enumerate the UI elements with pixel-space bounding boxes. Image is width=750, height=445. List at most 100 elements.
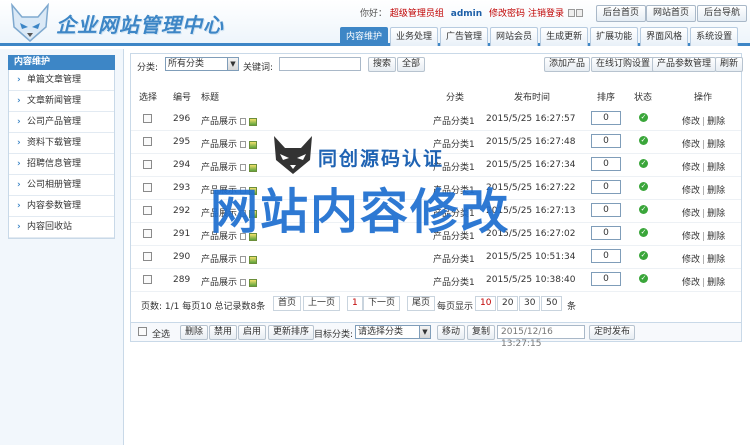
app-header: 企业网站管理中心 你好： 超级管理员组 admin 修改密码 注销登录 后台首页… xyxy=(0,0,750,46)
keyword-input[interactable] xyxy=(279,57,361,71)
move-button[interactable]: 移动 xyxy=(437,325,466,340)
row-edit-link[interactable]: 修改 xyxy=(682,186,700,196)
online-order-settings-button[interactable]: 在线订购设置 xyxy=(591,57,656,72)
row-edit-link[interactable]: 修改 xyxy=(682,117,700,127)
tab-ads[interactable]: 广告管理 xyxy=(440,27,489,46)
row-title[interactable]: 产品展示 xyxy=(201,275,258,288)
row-checkbox[interactable] xyxy=(143,183,152,192)
row-id: 290 xyxy=(173,252,191,262)
schedule-time-input[interactable]: 2015/12/16 13:27:15 xyxy=(497,325,585,349)
row-checkbox[interactable] xyxy=(143,252,152,261)
search-button[interactable]: 搜索 xyxy=(368,57,397,72)
product-params-button[interactable]: 产品参数管理 xyxy=(652,57,717,72)
row-delete-link[interactable]: 删除 xyxy=(707,140,725,150)
row-delete-link[interactable]: 删除 xyxy=(707,209,725,219)
refresh-button[interactable]: 刷新 xyxy=(715,57,744,72)
row-delete-link[interactable]: 删除 xyxy=(707,186,725,196)
pager-first[interactable]: 首页 xyxy=(273,296,302,311)
row-edit-link[interactable]: 修改 xyxy=(682,232,700,242)
logout-link[interactable]: 注销登录 xyxy=(528,9,564,19)
change-password-link[interactable]: 修改密码 xyxy=(489,9,525,19)
pager-current[interactable]: 1 xyxy=(347,296,363,311)
row-delete-link[interactable]: 删除 xyxy=(707,255,725,265)
row-title[interactable]: 产品展示 xyxy=(201,137,258,150)
chevron-down-icon[interactable]: ▼ xyxy=(227,58,238,70)
action-separator: | xyxy=(702,186,706,196)
row-checkbox[interactable] xyxy=(143,206,152,215)
row-order-input[interactable]: 0 xyxy=(591,111,621,125)
row-order-input[interactable]: 0 xyxy=(591,134,621,148)
select-all-label: 全选 xyxy=(152,330,171,340)
show-all-button[interactable]: 全部 xyxy=(397,57,426,72)
row-checkbox[interactable] xyxy=(143,275,152,284)
category-select[interactable]: 所有分类 ▼ xyxy=(165,57,239,71)
sidebar-item-news[interactable]: 文章新闻管理 xyxy=(9,91,114,112)
add-product-button[interactable]: 添加产品 xyxy=(544,57,591,72)
row-checkbox[interactable] xyxy=(143,229,152,238)
row-title-text[interactable]: 产品展示 xyxy=(201,255,237,265)
tab-content[interactable]: 内容维护 xyxy=(340,27,389,46)
sidebar-item-jobs[interactable]: 招聘信息管理 xyxy=(9,154,114,175)
row-title[interactable]: 产品展示 xyxy=(201,114,258,127)
bulk-disable-button[interactable]: 禁用 xyxy=(209,325,238,340)
per-page-30[interactable]: 30 xyxy=(519,296,541,311)
arrow-left-icon[interactable] xyxy=(567,8,575,17)
row-checkbox[interactable] xyxy=(143,114,152,123)
pager-prev[interactable]: 上一页 xyxy=(303,296,341,311)
sidebar-item-products[interactable]: 公司产品管理 xyxy=(9,112,114,133)
pager-last[interactable]: 尾页 xyxy=(407,296,436,311)
image-icon xyxy=(249,255,258,264)
row-title-text[interactable]: 产品展示 xyxy=(201,117,237,127)
update-order-button[interactable]: 更新排序 xyxy=(268,325,315,340)
tab-extensions[interactable]: 扩展功能 xyxy=(590,27,639,46)
row-edit-link[interactable]: 修改 xyxy=(682,140,700,150)
copy-button[interactable]: 复制 xyxy=(467,325,496,340)
per-page-10[interactable]: 10 xyxy=(475,296,497,311)
sidebar-item-album[interactable]: 公司相册管理 xyxy=(9,175,114,196)
site-home-button[interactable]: 网站首页 xyxy=(646,5,697,22)
row-order-input[interactable]: 0 xyxy=(591,180,621,194)
row-delete-link[interactable]: 删除 xyxy=(707,232,725,242)
row-delete-link[interactable]: 删除 xyxy=(707,163,725,173)
row-edit-link[interactable]: 修改 xyxy=(682,163,700,173)
row-title[interactable]: 产品展示 xyxy=(201,252,258,265)
sidebar-item-articles[interactable]: 单篇文章管理 xyxy=(9,70,114,91)
tab-business[interactable]: 业务处理 xyxy=(390,27,439,46)
pager-next[interactable]: 下一页 xyxy=(363,296,401,311)
row-edit-link[interactable]: 修改 xyxy=(682,209,700,219)
tab-theme[interactable]: 界面风格 xyxy=(640,27,689,46)
chevron-down-icon[interactable]: ▼ xyxy=(419,326,430,338)
row-edit-link[interactable]: 修改 xyxy=(682,278,700,288)
bulk-enable-button[interactable]: 启用 xyxy=(238,325,267,340)
row-category: 产品分类1 xyxy=(433,117,475,127)
nav-arrows[interactable] xyxy=(567,8,587,19)
row-order-input[interactable]: 0 xyxy=(591,157,621,171)
bulk-delete-button[interactable]: 删除 xyxy=(180,325,209,340)
admin-nav-button[interactable]: 后台导航 xyxy=(697,5,748,22)
sidebar-item-recycle[interactable]: 内容回收站 xyxy=(9,217,114,238)
row-order-input[interactable]: 0 xyxy=(591,272,621,286)
tab-settings[interactable]: 系统设置 xyxy=(690,27,739,46)
sidebar-item-params[interactable]: 内容参数管理 xyxy=(9,196,114,217)
category-select-value: 所有分类 xyxy=(168,59,205,69)
row-delete-link[interactable]: 删除 xyxy=(707,278,725,288)
row-order-input[interactable]: 0 xyxy=(591,203,621,217)
schedule-publish-button[interactable]: 定时发布 xyxy=(589,325,636,340)
row-title-text[interactable]: 产品展示 xyxy=(201,140,237,150)
admin-home-button[interactable]: 后台首页 xyxy=(596,5,647,22)
select-all-checkbox[interactable] xyxy=(138,327,147,336)
per-page-50[interactable]: 50 xyxy=(541,296,563,311)
sidebar-item-downloads[interactable]: 资料下载管理 xyxy=(9,133,114,154)
row-checkbox[interactable] xyxy=(143,160,152,169)
per-page-20[interactable]: 20 xyxy=(497,296,519,311)
tab-generate[interactable]: 生成更新 xyxy=(540,27,589,46)
target-category-select[interactable]: 请选择分类 ▼ xyxy=(355,325,431,339)
tab-members[interactable]: 网站会员 xyxy=(490,27,539,46)
row-order-input[interactable]: 0 xyxy=(591,249,621,263)
row-title-text[interactable]: 产品展示 xyxy=(201,278,237,288)
row-delete-link[interactable]: 删除 xyxy=(707,117,725,127)
row-checkbox[interactable] xyxy=(143,137,152,146)
row-edit-link[interactable]: 修改 xyxy=(682,255,700,265)
arrow-right-icon[interactable] xyxy=(575,8,583,17)
row-order-input[interactable]: 0 xyxy=(591,226,621,240)
